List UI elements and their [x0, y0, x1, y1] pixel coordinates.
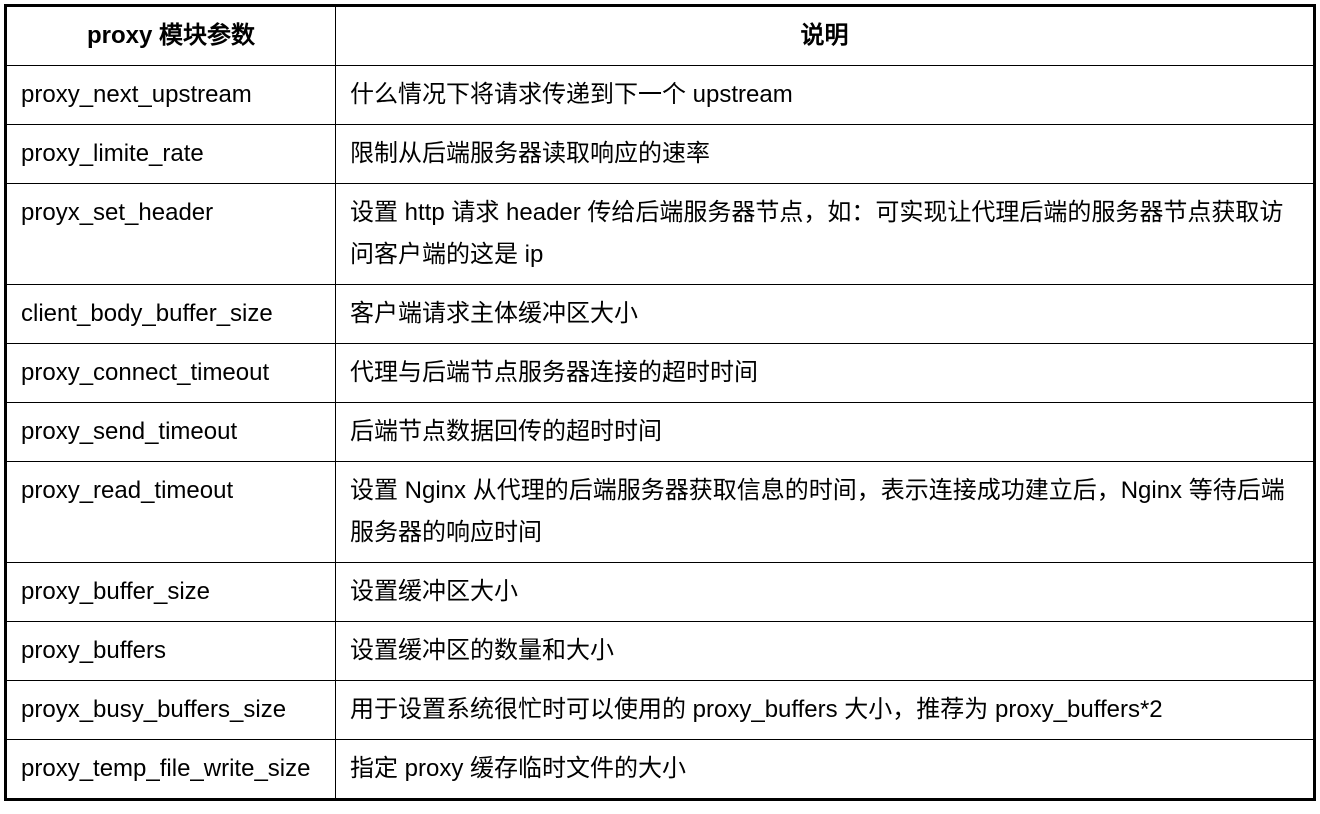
cell-param: proxy_read_timeout	[6, 462, 336, 563]
table-row: proxy_temp_file_write_size 指定 proxy 缓存临时…	[6, 740, 1315, 800]
cell-param: proxy_next_upstream	[6, 66, 336, 125]
cell-param: proxy_send_timeout	[6, 403, 336, 462]
table-header-row: proxy 模块参数 说明	[6, 6, 1315, 66]
table-row: proxy_next_upstream 什么情况下将请求传递到下一个 upstr…	[6, 66, 1315, 125]
table-row: proyx_set_header 设置 http 请求 header 传给后端服…	[6, 184, 1315, 285]
cell-param: proxy_connect_timeout	[6, 344, 336, 403]
table-row: proxy_buffers 设置缓冲区的数量和大小	[6, 622, 1315, 681]
table-row: proyx_busy_buffers_size 用于设置系统很忙时可以使用的 p…	[6, 681, 1315, 740]
cell-desc: 客户端请求主体缓冲区大小	[336, 285, 1315, 344]
table-row: proxy_limite_rate 限制从后端服务器读取响应的速率	[6, 125, 1315, 184]
cell-desc: 设置 http 请求 header 传给后端服务器节点，如：可实现让代理后端的服…	[336, 184, 1315, 285]
cell-desc: 什么情况下将请求传递到下一个 upstream	[336, 66, 1315, 125]
header-param: proxy 模块参数	[6, 6, 336, 66]
cell-param: proyx_busy_buffers_size	[6, 681, 336, 740]
cell-desc: 限制从后端服务器读取响应的速率	[336, 125, 1315, 184]
header-desc: 说明	[336, 6, 1315, 66]
cell-desc: 指定 proxy 缓存临时文件的大小	[336, 740, 1315, 800]
table-row: client_body_buffer_size 客户端请求主体缓冲区大小	[6, 285, 1315, 344]
cell-desc: 设置缓冲区的数量和大小	[336, 622, 1315, 681]
cell-param: proxy_buffers	[6, 622, 336, 681]
cell-desc: 用于设置系统很忙时可以使用的 proxy_buffers 大小，推荐为 prox…	[336, 681, 1315, 740]
table-row: proxy_read_timeout 设置 Nginx 从代理的后端服务器获取信…	[6, 462, 1315, 563]
cell-param: proxy_temp_file_write_size	[6, 740, 336, 800]
cell-desc: 设置 Nginx 从代理的后端服务器获取信息的时间，表示连接成功建立后，Ngin…	[336, 462, 1315, 563]
cell-desc: 设置缓冲区大小	[336, 563, 1315, 622]
cell-param: client_body_buffer_size	[6, 285, 336, 344]
table-row: proxy_send_timeout 后端节点数据回传的超时时间	[6, 403, 1315, 462]
proxy-params-table: proxy 模块参数 说明 proxy_next_upstream 什么情况下将…	[4, 4, 1316, 801]
table-row: proxy_connect_timeout 代理与后端节点服务器连接的超时时间	[6, 344, 1315, 403]
cell-param: proxy_buffer_size	[6, 563, 336, 622]
cell-desc: 代理与后端节点服务器连接的超时时间	[336, 344, 1315, 403]
cell-desc: 后端节点数据回传的超时时间	[336, 403, 1315, 462]
table-row: proxy_buffer_size 设置缓冲区大小	[6, 563, 1315, 622]
cell-param: proxy_limite_rate	[6, 125, 336, 184]
cell-param: proyx_set_header	[6, 184, 336, 285]
